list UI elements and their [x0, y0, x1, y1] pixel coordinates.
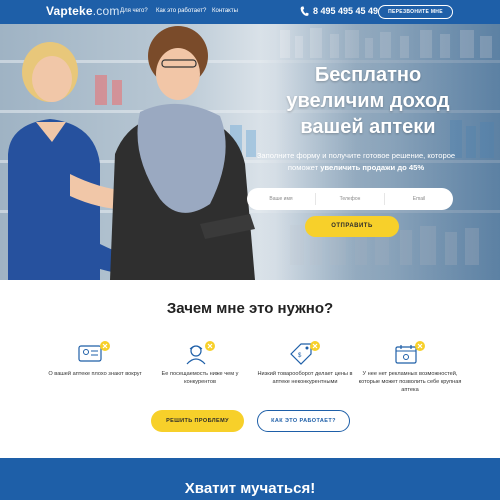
site-logo[interactable]: Vapteke.com — [46, 4, 120, 18]
price-tag-icon: $ — [290, 341, 320, 365]
feature-text: О вашей аптеке плохо знают вокруг — [48, 371, 142, 377]
phone-icon — [300, 6, 309, 16]
top-nav: Vapteke.com Для чего? Как это работает? … — [0, 0, 500, 24]
band-title: Хватит мучаться! — [184, 480, 316, 497]
send-button[interactable]: ОТПРАВИТЬ — [305, 216, 399, 237]
phone-number[interactable]: 8 495 495 45 49 — [313, 6, 378, 16]
id-card-icon — [78, 341, 110, 362]
customer-icon — [186, 341, 215, 365]
feature-item: У нее нет рекламных возможностей, которы… — [355, 340, 465, 394]
feature-item: $ Низкий товарооборот делает цены в апте… — [250, 340, 360, 386]
nav-link-how-it-works[interactable]: Как это работает? — [156, 8, 206, 14]
pharmacist-and-customer-photo — [8, 26, 255, 280]
hero-subtitle: Заполните форму и получите готовое решен… — [256, 151, 456, 172]
why-section-title: Зачем мне это нужно? — [166, 300, 334, 317]
feature-item: Ее посещаемость ниже чем у конкурентов — [145, 340, 255, 386]
lead-form: Ваше имя Телефон Email — [247, 188, 453, 210]
phone-input[interactable]: Телефон — [316, 193, 385, 205]
hero-title: Бесплатно увеличим доход вашей аптеки — [286, 64, 450, 138]
callback-button[interactable]: ПЕРЕЗВОНИТЕ МНЕ — [378, 5, 453, 19]
nav-link-what-for[interactable]: Для чего? — [120, 8, 148, 14]
feature-text: Ее посещаемость ниже чем у конкурентов — [161, 371, 239, 385]
svg-text:$: $ — [298, 353, 302, 359]
hero-section: Vapteke.com Для чего? Как это работает? … — [0, 0, 500, 280]
name-input[interactable]: Ваше имя — [247, 193, 316, 205]
nav-link-contacts[interactable]: Контакты — [212, 8, 238, 14]
solve-problem-button[interactable]: РЕШИТЬ ПРОБЛЕМУ — [151, 410, 244, 432]
calendar-icon — [395, 341, 425, 364]
hero-overlay — [260, 0, 500, 280]
feature-text: Низкий товарооборот делает цены в аптеке… — [257, 371, 353, 385]
feature-item: О вашей аптеке плохо знают вокруг — [40, 340, 150, 378]
how-it-works-button[interactable]: КАК ЭТО РАБОТАЕТ? — [257, 410, 350, 432]
email-input[interactable]: Email — [385, 193, 453, 205]
feature-text: У нее нет рекламных возможностей, которы… — [358, 371, 462, 393]
